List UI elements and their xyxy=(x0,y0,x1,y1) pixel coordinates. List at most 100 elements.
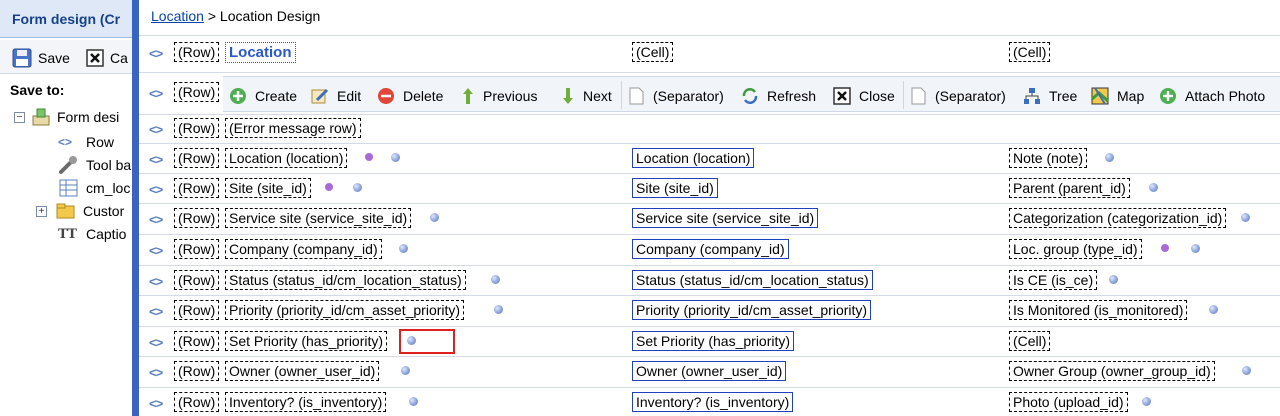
field-cell[interactable]: Set Priority (has_priority) xyxy=(632,331,795,351)
row-move-icon[interactable]: <> xyxy=(149,335,163,350)
field-cell[interactable]: Owner (owner_user_id) xyxy=(225,361,380,381)
field-cell[interactable]: Site (site_id) xyxy=(632,178,718,198)
row-label[interactable]: (Row) xyxy=(174,178,220,198)
tree-item-table[interactable]: cm_loc xyxy=(58,178,130,198)
properties-dot-icon[interactable] xyxy=(1149,183,1158,192)
field-cell[interactable]: Site (site_id) xyxy=(225,178,311,198)
properties-dot-icon[interactable] xyxy=(1142,397,1151,406)
row-move-icon[interactable]: <> xyxy=(149,396,163,411)
highlight-box xyxy=(399,329,455,354)
row-label[interactable]: (Row) xyxy=(174,42,220,62)
field-cell[interactable]: Note (note) xyxy=(1009,148,1088,168)
properties-dot-icon[interactable] xyxy=(409,397,418,406)
row-label[interactable]: (Row) xyxy=(174,208,220,228)
form-toolbar: Create Edit Delete Previous Next (Separa… xyxy=(223,76,1280,112)
row-move-icon[interactable]: <> xyxy=(149,122,163,137)
properties-dot-icon[interactable] xyxy=(391,153,400,162)
properties-dot-icon[interactable] xyxy=(399,244,408,253)
edit-pencil-icon xyxy=(311,87,329,105)
properties-dot-icon[interactable] xyxy=(1191,244,1200,253)
row-move-icon[interactable]: <> xyxy=(149,86,163,101)
cancel-button[interactable]: Ca xyxy=(86,47,128,69)
row-move-icon[interactable]: <> xyxy=(149,365,163,380)
row-label[interactable]: (Row) xyxy=(174,361,220,381)
custom-folder-icon xyxy=(55,201,77,221)
field-cell[interactable]: Location (location) xyxy=(632,148,755,168)
properties-dot-icon[interactable] xyxy=(1241,213,1250,222)
tree-item-caption[interactable]: TT Captio xyxy=(58,224,126,244)
field-cell[interactable]: Loc. group (type_id) xyxy=(1009,239,1142,259)
field-cell[interactable]: Inventory? (is_inventory) xyxy=(632,392,794,412)
row-label[interactable]: (Row) xyxy=(174,118,220,138)
field-cell[interactable]: Service site (service_site_id) xyxy=(225,208,412,228)
field-cell[interactable]: Parent (parent_id) xyxy=(1009,178,1130,198)
expand-icon[interactable]: + xyxy=(36,205,47,217)
tree-item-toolbar[interactable]: Tool ba xyxy=(58,155,131,175)
delete-button[interactable]: Delete xyxy=(377,85,443,107)
row-move-icon[interactable]: <> xyxy=(149,46,163,61)
properties-dot-icon[interactable] xyxy=(491,275,500,284)
row-label[interactable]: (Row) xyxy=(174,82,220,102)
row-label[interactable]: (Row) xyxy=(174,270,220,290)
cell-placeholder[interactable]: (Cell) xyxy=(632,42,674,62)
field-cell[interactable]: Priority (priority_id/cm_asset_priority) xyxy=(632,300,872,320)
refresh-button[interactable]: Refresh xyxy=(741,85,816,107)
tree-item-custom[interactable]: + Custor xyxy=(36,201,124,221)
create-button[interactable]: Create xyxy=(229,85,297,107)
field-cell[interactable]: Company (company_id) xyxy=(632,239,789,259)
edit-button[interactable]: Edit xyxy=(311,85,361,107)
field-cell[interactable]: Set Priority (has_priority) xyxy=(225,331,388,351)
row-label[interactable]: (Row) xyxy=(174,392,220,412)
row-move-icon[interactable]: <> xyxy=(149,212,163,227)
error-message-row[interactable]: (Error message row) xyxy=(225,118,361,138)
field-cell[interactable]: Location (location) xyxy=(225,148,348,168)
properties-dot-icon[interactable] xyxy=(494,305,503,314)
panel-splitter[interactable] xyxy=(132,0,139,416)
field-cell[interactable]: Owner Group (owner_group_id) xyxy=(1009,361,1215,381)
field-cell[interactable]: Status (status_id/cm_location_status) xyxy=(225,270,466,290)
separator-label: (Separator) xyxy=(935,88,1006,104)
properties-dot-icon[interactable] xyxy=(353,183,362,192)
row-move-icon[interactable]: <> xyxy=(149,274,163,289)
properties-dot-icon[interactable] xyxy=(1242,366,1251,375)
tree-root[interactable]: − Form desi xyxy=(14,107,119,127)
row-move-icon[interactable]: <> xyxy=(149,182,163,197)
breadcrumb-link-location[interactable]: Location xyxy=(151,8,204,24)
row-move-icon[interactable]: <> xyxy=(149,243,163,258)
collapse-icon[interactable]: − xyxy=(14,111,25,123)
row-label[interactable]: (Row) xyxy=(174,148,220,168)
row-move-icon[interactable]: <> xyxy=(149,304,163,319)
field-cell[interactable]: Categorization (categorization_id) xyxy=(1009,208,1227,228)
row-label[interactable]: (Row) xyxy=(174,239,220,259)
properties-dot-icon[interactable] xyxy=(1109,275,1118,284)
properties-dot-icon[interactable] xyxy=(1209,305,1218,314)
field-cell[interactable]: Inventory? (is_inventory) xyxy=(225,392,387,412)
next-button[interactable]: Next xyxy=(561,85,612,107)
field-cell[interactable]: Company (company_id) xyxy=(225,239,382,259)
field-cell[interactable]: Photo (upload_id) xyxy=(1009,392,1128,412)
field-cell[interactable]: Is Monitored (is_monitored) xyxy=(1009,300,1188,320)
save-button[interactable]: Save xyxy=(12,47,70,69)
attach-photo-button[interactable]: Attach Photo xyxy=(1159,85,1265,107)
cell-placeholder[interactable]: (Cell) xyxy=(1009,331,1051,351)
row-label[interactable]: (Row) xyxy=(174,300,220,320)
row-move-icon[interactable]: <> xyxy=(149,152,163,167)
properties-dot-icon[interactable] xyxy=(1105,153,1114,162)
field-cell[interactable]: Owner (owner_user_id) xyxy=(632,361,787,381)
separator-item[interactable]: (Separator) xyxy=(627,85,724,107)
properties-dot-icon[interactable] xyxy=(401,366,410,375)
previous-button[interactable]: Previous xyxy=(461,85,537,107)
field-cell[interactable]: Is CE (is_ce) xyxy=(1009,270,1098,290)
close-button[interactable]: Close xyxy=(833,85,895,107)
properties-dot-icon[interactable] xyxy=(430,213,439,222)
field-cell[interactable]: Service site (service_site_id) xyxy=(632,208,819,228)
tree-button[interactable]: Tree xyxy=(1023,85,1077,107)
tree-item-row[interactable]: <> Row xyxy=(58,132,114,152)
field-cell[interactable]: Status (status_id/cm_location_status) xyxy=(632,270,873,290)
row-label[interactable]: (Row) xyxy=(174,331,220,351)
separator-item[interactable]: (Separator) xyxy=(909,85,1006,107)
form-title-cell[interactable]: Location xyxy=(225,42,296,63)
map-button[interactable]: Map xyxy=(1091,85,1144,107)
cell-placeholder[interactable]: (Cell) xyxy=(1009,42,1051,62)
field-cell[interactable]: Priority (priority_id/cm_asset_priority) xyxy=(225,300,465,320)
